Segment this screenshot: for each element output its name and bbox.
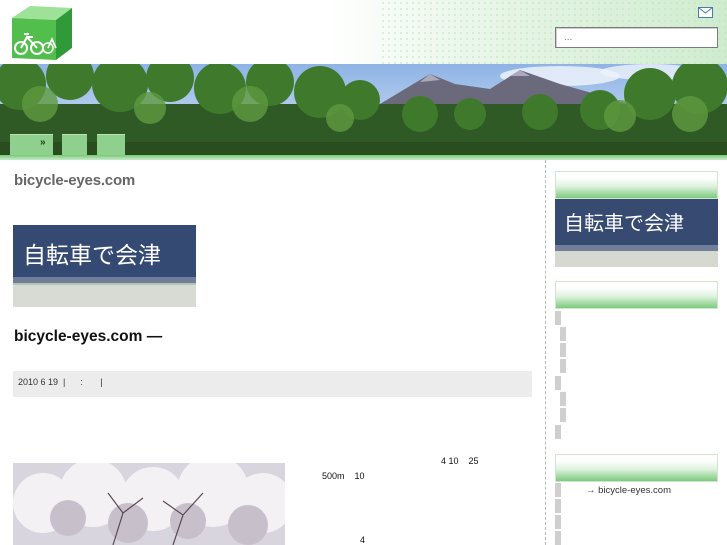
list-bullet (560, 408, 566, 422)
nav-tab-1[interactable]: » (10, 134, 53, 155)
sidebar-banner[interactable]: 自転車で会津 (555, 199, 718, 267)
body-text-line: 4 10 25 (441, 456, 479, 466)
list-bullet (555, 425, 561, 439)
thumbnail-caption: 自転車で会津 (23, 243, 161, 269)
sidebar-widget-header (555, 281, 718, 309)
cherry-blossom-photo (13, 463, 285, 545)
nav-tab-2[interactable] (62, 134, 87, 155)
nav-tab-3[interactable] (97, 134, 125, 155)
site-title[interactable]: bicycle-eyes.com (14, 172, 135, 189)
header-divider (0, 155, 727, 160)
sidebar-widget-header (555, 171, 718, 199)
body-text-line: 4 (360, 535, 366, 545)
list-bullet (555, 376, 561, 390)
list-bullet (560, 359, 566, 373)
list-bullet (560, 343, 566, 357)
list-bullet (560, 392, 566, 406)
sidebar-banner-caption: 自転車で会津 (564, 211, 684, 235)
list-bullet (555, 483, 561, 497)
chevron-down-icon: » (40, 137, 46, 148)
post-meta: 2010 6 19 | : | (13, 371, 532, 397)
list-bullet (555, 515, 561, 529)
column-divider (545, 160, 546, 545)
list-bullet (555, 311, 561, 325)
list-bullet (560, 327, 566, 341)
post-title[interactable]: bicycle-eyes.com — (14, 328, 162, 346)
sidebar-link[interactable]: → bicycle-eyes.com (586, 485, 671, 496)
post-thumbnail[interactable]: 自転車で会津 (13, 225, 196, 307)
list-bullet (555, 531, 561, 545)
bicycle-cube-logo[interactable] (8, 4, 74, 60)
sidebar-widget-header (555, 454, 718, 482)
list-bullet (555, 499, 561, 513)
search-input[interactable] (555, 27, 718, 48)
mail-icon[interactable] (698, 5, 713, 18)
body-text-line: 500m 10 (322, 471, 365, 481)
